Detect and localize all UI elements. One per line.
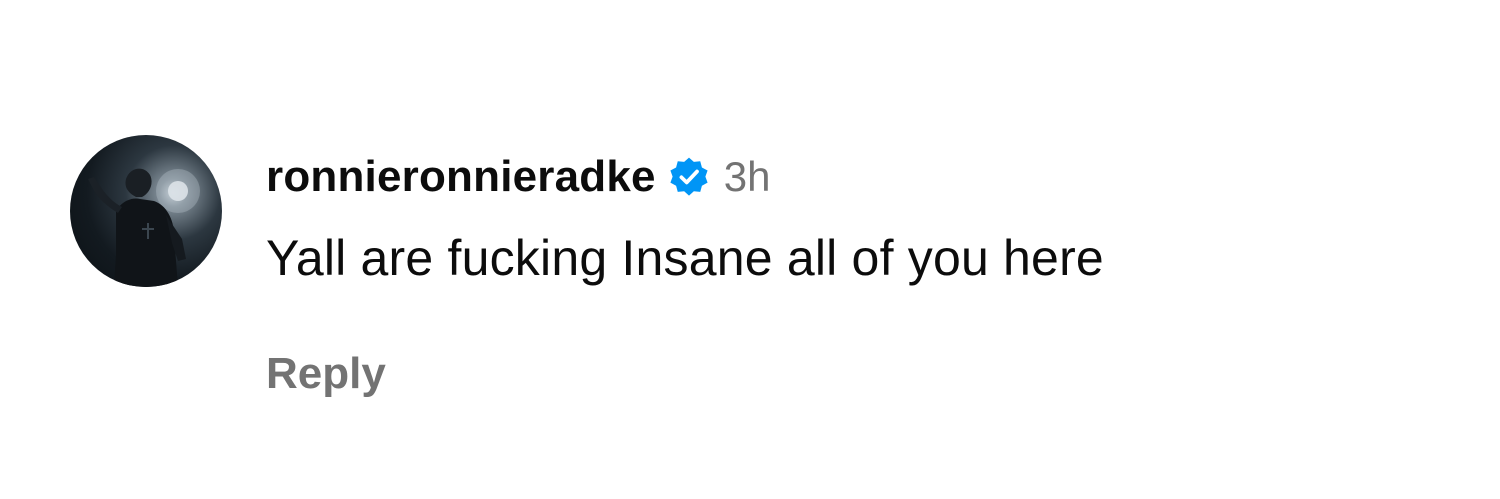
comment: ronnieronnieradke 3h Yall are fucking In… xyxy=(70,135,1470,435)
comment-header: ronnieronnieradke 3h xyxy=(266,147,770,207)
avatar-photo xyxy=(88,168,200,287)
reply-button[interactable]: Reply xyxy=(266,349,386,399)
comment-timestamp: 3h xyxy=(723,153,771,200)
comment-text: Yall are fucking Insane all of you here xyxy=(266,230,1104,286)
username[interactable]: ronnieronnieradke xyxy=(266,152,656,202)
verified-badge-icon xyxy=(670,157,708,196)
avatar[interactable] xyxy=(70,135,222,287)
